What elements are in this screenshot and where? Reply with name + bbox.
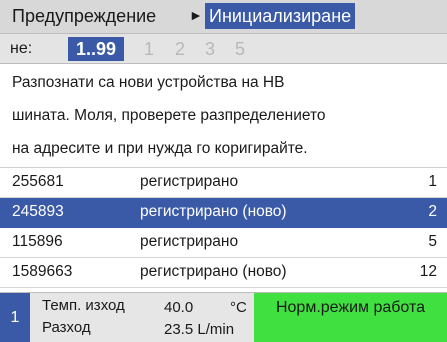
outlet-temp-unit: °C — [230, 299, 247, 316]
device-row-selected[interactable]: 245893 регистрирано (ново) 2 — [0, 198, 447, 228]
breadcrumb-arrow-icon: ► — [189, 7, 203, 23]
page-2[interactable]: 2 — [170, 37, 190, 61]
device-row[interactable]: 255681 регистрирано 1 — [0, 168, 447, 198]
pager: не: 1..99 1 2 3 5 — [0, 34, 447, 64]
page-1[interactable]: 1 — [139, 37, 159, 61]
device-status: регистрирано — [140, 233, 239, 250]
pager-label: не: — [10, 40, 33, 57]
breadcrumb-warning[interactable]: Предупреждение — [12, 6, 156, 27]
device-status: регистрирано (ново) — [140, 263, 287, 280]
device-id: 245893 — [12, 203, 64, 220]
device-address: 2 — [428, 203, 437, 220]
device-address: 1 — [428, 173, 437, 190]
device-row[interactable]: 1589663 регистрирано (ново) 12 — [0, 258, 447, 288]
page-range-current[interactable]: 1..99 — [68, 37, 125, 61]
outlet-temp-label: Темп. изход — [42, 297, 125, 314]
device-id: 1589663 — [12, 263, 73, 280]
breadcrumb-initialization[interactable]: Инициализиране — [205, 3, 356, 29]
device-list: 255681 регистрирано 1 245893 регистриран… — [0, 168, 447, 288]
device-status: регистрирано (ново) — [140, 203, 287, 220]
page-5[interactable]: 5 — [230, 37, 250, 61]
header-bar: Предупреждение ► Инициализиране — [0, 0, 447, 34]
device-row[interactable]: 115896 регистрирано 5 — [0, 228, 447, 258]
device-address: 12 — [419, 263, 437, 280]
message-line: на адресите и при нужда го коригирайте. — [12, 140, 308, 157]
device-status: регистрирано — [140, 173, 239, 190]
device-id: 255681 — [12, 173, 64, 190]
page-3[interactable]: 3 — [200, 37, 220, 61]
info-message: Разпознати са нови устройства на HВ шина… — [0, 64, 447, 168]
flow-label: Разход — [42, 319, 91, 336]
device-address: 5 — [428, 233, 437, 250]
message-line: Разпознати са нови устройства на HВ — [12, 74, 285, 91]
device-id: 115896 — [12, 233, 63, 250]
screen: Предупреждение ► Инициализиране не: 1..9… — [0, 0, 447, 342]
message-line: шината. Моля, проверете разпределението — [12, 107, 326, 124]
status-bar: 1 Темп. изход 40.0 °C Разход 23.5 L/min … — [0, 292, 447, 342]
flow-value: 23.5 L/min — [164, 321, 235, 338]
channel-indicator: 1 — [0, 293, 30, 342]
outlet-temp-value: 40.0 — [164, 299, 194, 316]
operating-mode-badge: Норм.режим работа — [254, 293, 447, 342]
